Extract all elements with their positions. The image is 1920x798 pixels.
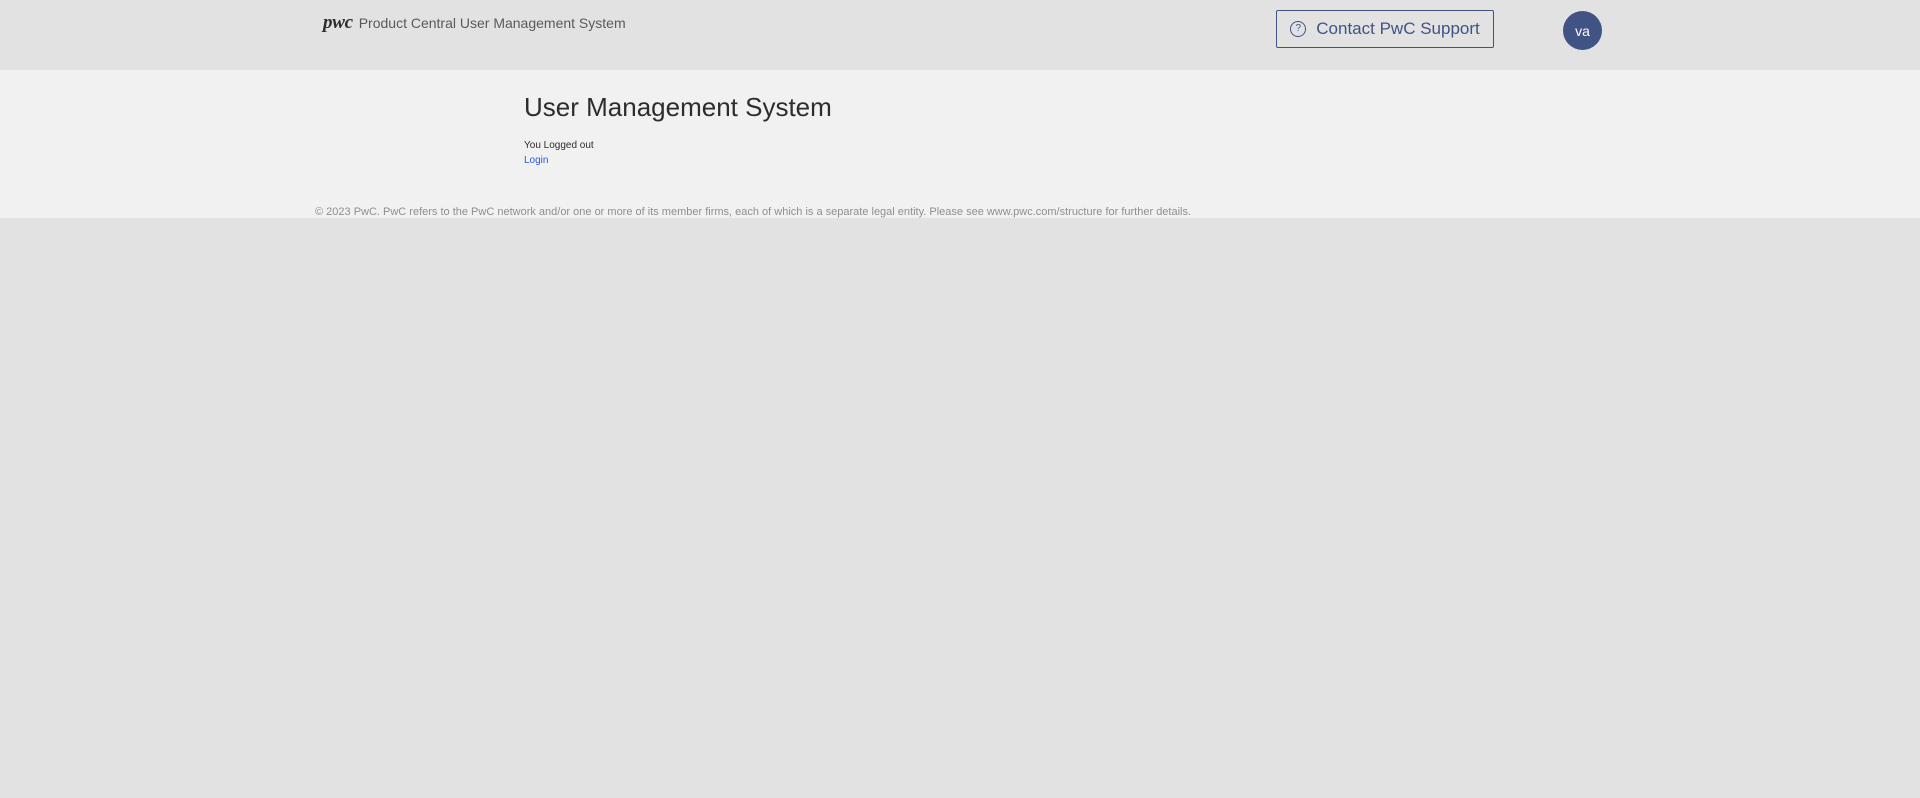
user-avatar[interactable]: va	[1563, 11, 1602, 50]
help-circle-icon: ?	[1290, 21, 1307, 37]
page-title: User Management System	[524, 92, 832, 122]
app-title: Product Central User Management System	[358, 15, 626, 31]
contact-support-button[interactable]: ? Contact PwC Support	[1276, 10, 1494, 48]
footer-copyright: © 2023 PwC. PwC refers to the PwC networ…	[315, 206, 1192, 218]
main-content: User Management System You Logged out Lo…	[0, 70, 1920, 218]
contact-support-label: Contact PwC Support	[1316, 19, 1480, 38]
login-link[interactable]: Login	[524, 155, 548, 166]
brand: pwc Product Central User Management Syst…	[323, 12, 626, 34]
logout-status-message: You Logged out	[524, 140, 594, 151]
top-header: pwc Product Central User Management Syst…	[0, 0, 1920, 70]
page: pwc Product Central User Management Syst…	[0, 0, 1920, 798]
pwc-logo: pwc	[323, 12, 353, 33]
